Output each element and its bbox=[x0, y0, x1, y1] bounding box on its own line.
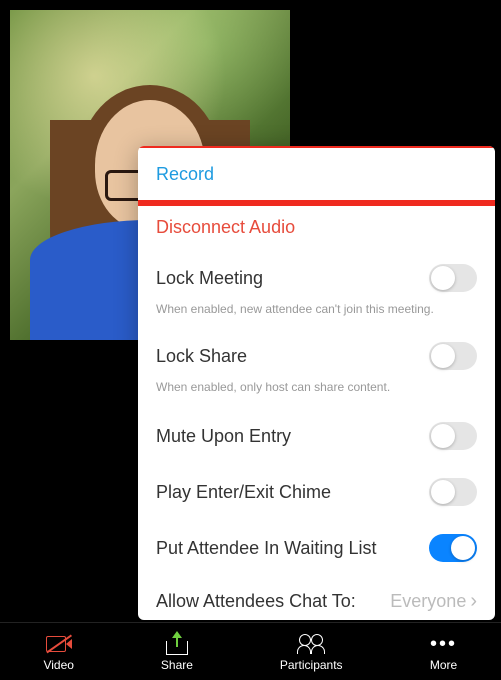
waiting-list-label: Put Attendee In Waiting List bbox=[156, 538, 376, 559]
mute-upon-entry-label: Mute Upon Entry bbox=[156, 426, 291, 447]
lock-share-row[interactable]: Lock Share When enabled, only host can s… bbox=[138, 330, 495, 408]
video-off-icon bbox=[45, 632, 73, 656]
record-label: Record bbox=[156, 164, 214, 185]
mute-upon-entry-row[interactable]: Mute Upon Entry bbox=[138, 408, 495, 464]
share-label: Share bbox=[161, 658, 193, 672]
participants-label: Participants bbox=[280, 658, 343, 672]
share-button[interactable]: Share bbox=[161, 632, 193, 672]
play-chime-row[interactable]: Play Enter/Exit Chime bbox=[138, 464, 495, 520]
chevron-right-icon: › bbox=[470, 590, 477, 613]
lock-share-toggle[interactable] bbox=[429, 342, 477, 370]
participants-icon bbox=[297, 632, 325, 656]
lock-share-hint: When enabled, only host can share conten… bbox=[156, 380, 477, 394]
waiting-list-row[interactable]: Put Attendee In Waiting List bbox=[138, 520, 495, 576]
mute-upon-entry-toggle[interactable] bbox=[429, 422, 477, 450]
lock-meeting-toggle[interactable] bbox=[429, 264, 477, 292]
video-label: Video bbox=[43, 658, 73, 672]
more-button[interactable]: ••• More bbox=[430, 632, 458, 672]
bottom-toolbar: Video Share Participants ••• More bbox=[0, 622, 501, 680]
record-button[interactable]: Record bbox=[138, 146, 495, 203]
waiting-list-toggle[interactable] bbox=[429, 534, 477, 562]
more-menu-popup: Record Disconnect Audio Lock Meeting Whe… bbox=[138, 146, 495, 620]
allow-chat-row[interactable]: Allow Attendees Chat To: Everyone › bbox=[138, 576, 495, 620]
disconnect-audio-label: Disconnect Audio bbox=[156, 217, 295, 238]
allow-chat-value: Everyone › bbox=[390, 590, 477, 613]
play-chime-label: Play Enter/Exit Chime bbox=[156, 482, 331, 503]
more-label: More bbox=[430, 658, 457, 672]
disconnect-audio-button[interactable]: Disconnect Audio bbox=[138, 203, 495, 252]
allow-chat-label: Allow Attendees Chat To: bbox=[156, 591, 356, 612]
video-button[interactable]: Video bbox=[43, 632, 73, 672]
share-icon bbox=[163, 632, 191, 656]
lock-meeting-hint: When enabled, new attendee can't join th… bbox=[156, 302, 477, 316]
play-chime-toggle[interactable] bbox=[429, 478, 477, 506]
participants-button[interactable]: Participants bbox=[280, 632, 343, 672]
more-icon: ••• bbox=[430, 632, 458, 656]
lock-meeting-label: Lock Meeting bbox=[156, 268, 263, 289]
lock-meeting-row[interactable]: Lock Meeting When enabled, new attendee … bbox=[138, 252, 495, 330]
lock-share-label: Lock Share bbox=[156, 346, 247, 367]
